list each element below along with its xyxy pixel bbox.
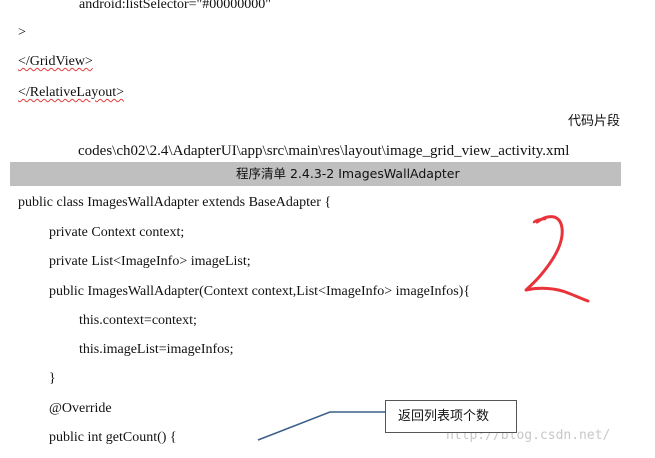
callout-text: 返回列表项个数 bbox=[398, 409, 490, 424]
annotation-overlay bbox=[257, 215, 590, 441]
callout-leader-line bbox=[257, 411, 385, 441]
handwritten-number-two bbox=[524, 215, 590, 303]
callout-box: 返回列表项个数 bbox=[385, 400, 517, 433]
